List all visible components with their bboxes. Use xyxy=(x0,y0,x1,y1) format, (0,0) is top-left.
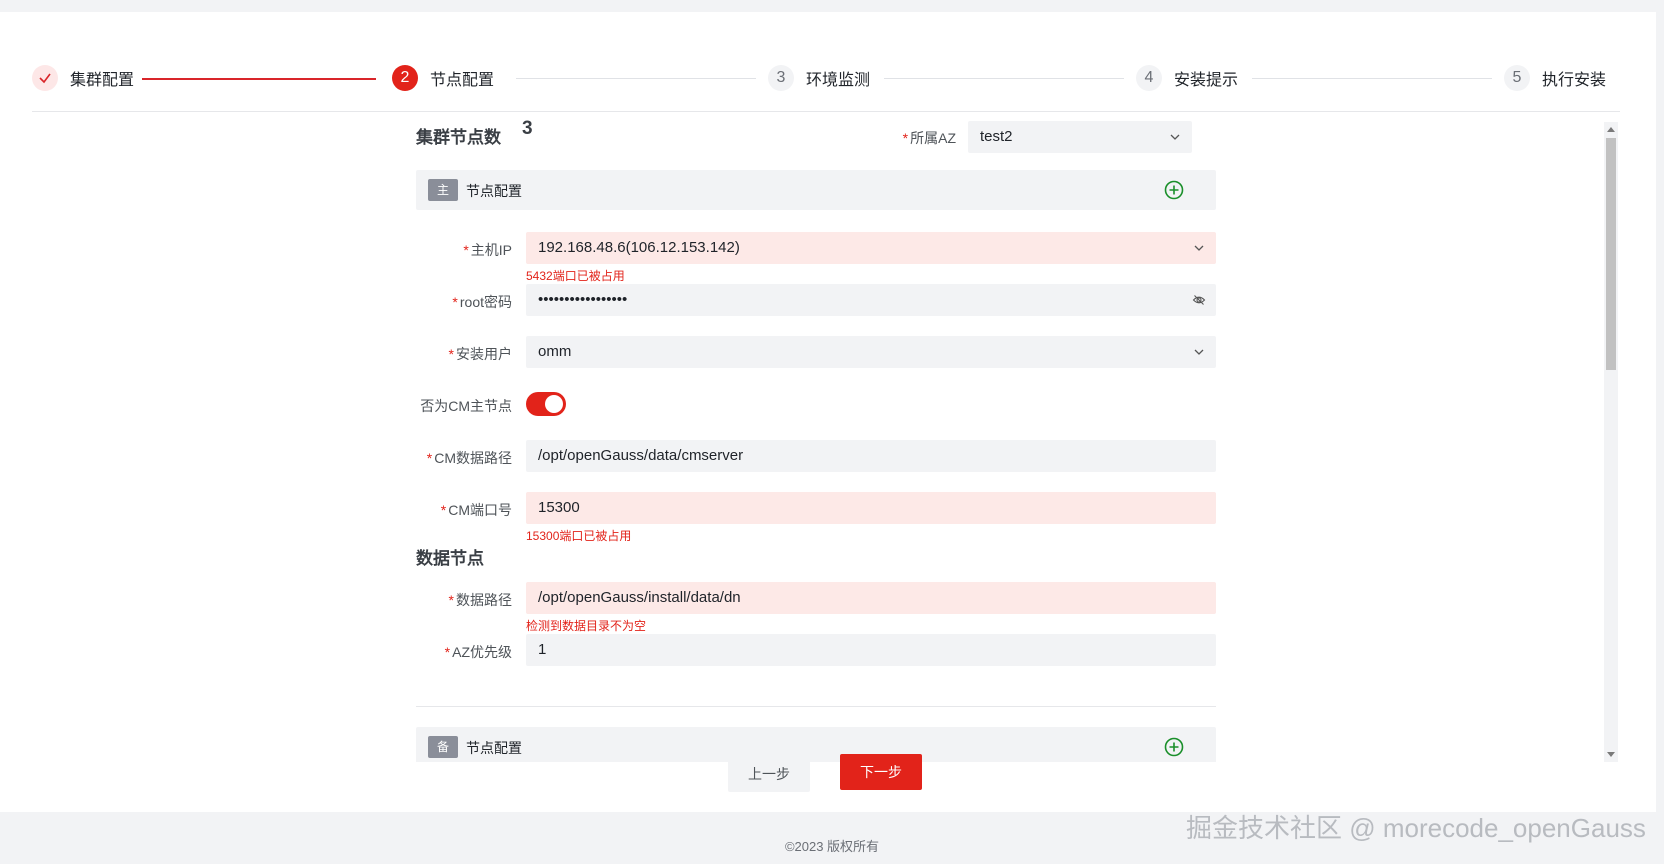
data-path-label: * 数据路径 xyxy=(448,592,512,608)
cm-port-label: * CM端口号 xyxy=(440,502,512,518)
step-title: 节点配置 xyxy=(430,72,495,89)
prev-step-button[interactable]: 上一步 xyxy=(728,756,810,792)
host-ip-error: 5432端口已被占用 xyxy=(526,269,625,283)
standby-tag: 备 xyxy=(428,736,458,758)
install-user-select[interactable]: omm xyxy=(526,336,1216,368)
host-ip-select[interactable]: 192.168.48.6(106.12.153.142) xyxy=(526,232,1216,264)
data-path-error: 检测到数据目录不为空 xyxy=(526,619,647,633)
section-divider xyxy=(416,706,1216,707)
primary-tag: 主 xyxy=(428,179,458,201)
top-bar xyxy=(0,0,1664,12)
az-priority-input[interactable]: 1 xyxy=(526,634,1216,666)
section-title: 节点配置 xyxy=(466,183,522,199)
step-title: 环境监测 xyxy=(806,72,871,89)
cm-data-path-input[interactable]: /opt/openGauss/data/cmserver xyxy=(526,440,1216,472)
az-select[interactable]: test2 xyxy=(968,121,1192,153)
step-connector xyxy=(516,78,756,79)
stepper: 集群配置 2 节点配置 3 环境监测 4 安装提示 5 执行安装 xyxy=(32,60,1620,96)
step-number: 3 xyxy=(768,65,794,91)
step-title: 执行安装 xyxy=(1542,72,1607,89)
cm-port-error: 15300端口已被占用 xyxy=(526,529,632,543)
node-count-value: 3 xyxy=(522,118,533,139)
step-install-tips[interactable]: 4 安装提示 xyxy=(1136,60,1238,96)
root-password-label: * root密码 xyxy=(452,294,512,310)
step-number: 5 xyxy=(1504,65,1530,91)
chevron-down-icon xyxy=(1194,245,1204,251)
section-title: 节点配置 xyxy=(466,740,522,756)
chevron-down-icon xyxy=(1170,134,1180,140)
cm-data-path-label: * CM数据路径 xyxy=(426,450,512,466)
eye-off-icon[interactable] xyxy=(1192,293,1206,307)
step-cluster-config[interactable]: 集群配置 xyxy=(32,60,134,96)
step-number: 4 xyxy=(1136,65,1162,91)
step-node-config[interactable]: 2 节点配置 xyxy=(392,60,494,96)
chevron-down-icon xyxy=(1194,349,1204,355)
step-connector xyxy=(1252,78,1492,79)
step-connector xyxy=(142,78,376,80)
step-title: 集群配置 xyxy=(70,72,135,89)
install-user-label: * 安装用户 xyxy=(448,346,512,362)
add-circle-icon[interactable] xyxy=(1164,737,1184,757)
step-number: 2 xyxy=(392,65,418,91)
primary-node-section: 主 节点配置 xyxy=(416,170,1216,210)
standby-node-section: 备 节点配置 xyxy=(416,727,1216,762)
cm-port-input[interactable]: 15300 xyxy=(526,492,1216,524)
host-ip-label: * 主机IP xyxy=(463,242,512,258)
step-title: 安装提示 xyxy=(1174,72,1239,89)
check-icon xyxy=(32,65,58,91)
toggle-knob xyxy=(545,395,563,413)
scroll-down-arrow-icon[interactable] xyxy=(1607,752,1615,757)
next-step-button[interactable]: 下一步 xyxy=(840,754,922,790)
scroll-up-arrow-icon[interactable] xyxy=(1607,127,1615,132)
data-node-title: 数据节点 xyxy=(416,549,484,568)
add-circle-icon[interactable] xyxy=(1164,180,1184,200)
scrollbar[interactable] xyxy=(1604,122,1618,762)
cm-master-label: 否为CM主节点 xyxy=(420,398,512,414)
data-path-input[interactable]: /opt/openGauss/install/data/dn xyxy=(526,582,1216,614)
root-password-field[interactable]: ••••••••••••••••• xyxy=(526,284,1216,316)
step-execute-install[interactable]: 5 执行安装 xyxy=(1504,60,1606,96)
step-env-check[interactable]: 3 环境监测 xyxy=(768,60,870,96)
az-label: * 所属AZ xyxy=(902,130,956,146)
scroll-thumb[interactable] xyxy=(1606,138,1616,370)
cm-master-toggle[interactable] xyxy=(526,392,566,416)
az-priority-label: * AZ优先级 xyxy=(444,644,512,660)
step-connector xyxy=(884,78,1124,79)
watermark: 掘金技术社区 @ morecode_openGauss xyxy=(1186,813,1646,843)
node-config-form: 集群节点数 3 * 所属AZ test2 主 节点配置 * 主机IP 192.168… xyxy=(416,112,1228,762)
node-count-label: 集群节点数 xyxy=(416,128,501,147)
